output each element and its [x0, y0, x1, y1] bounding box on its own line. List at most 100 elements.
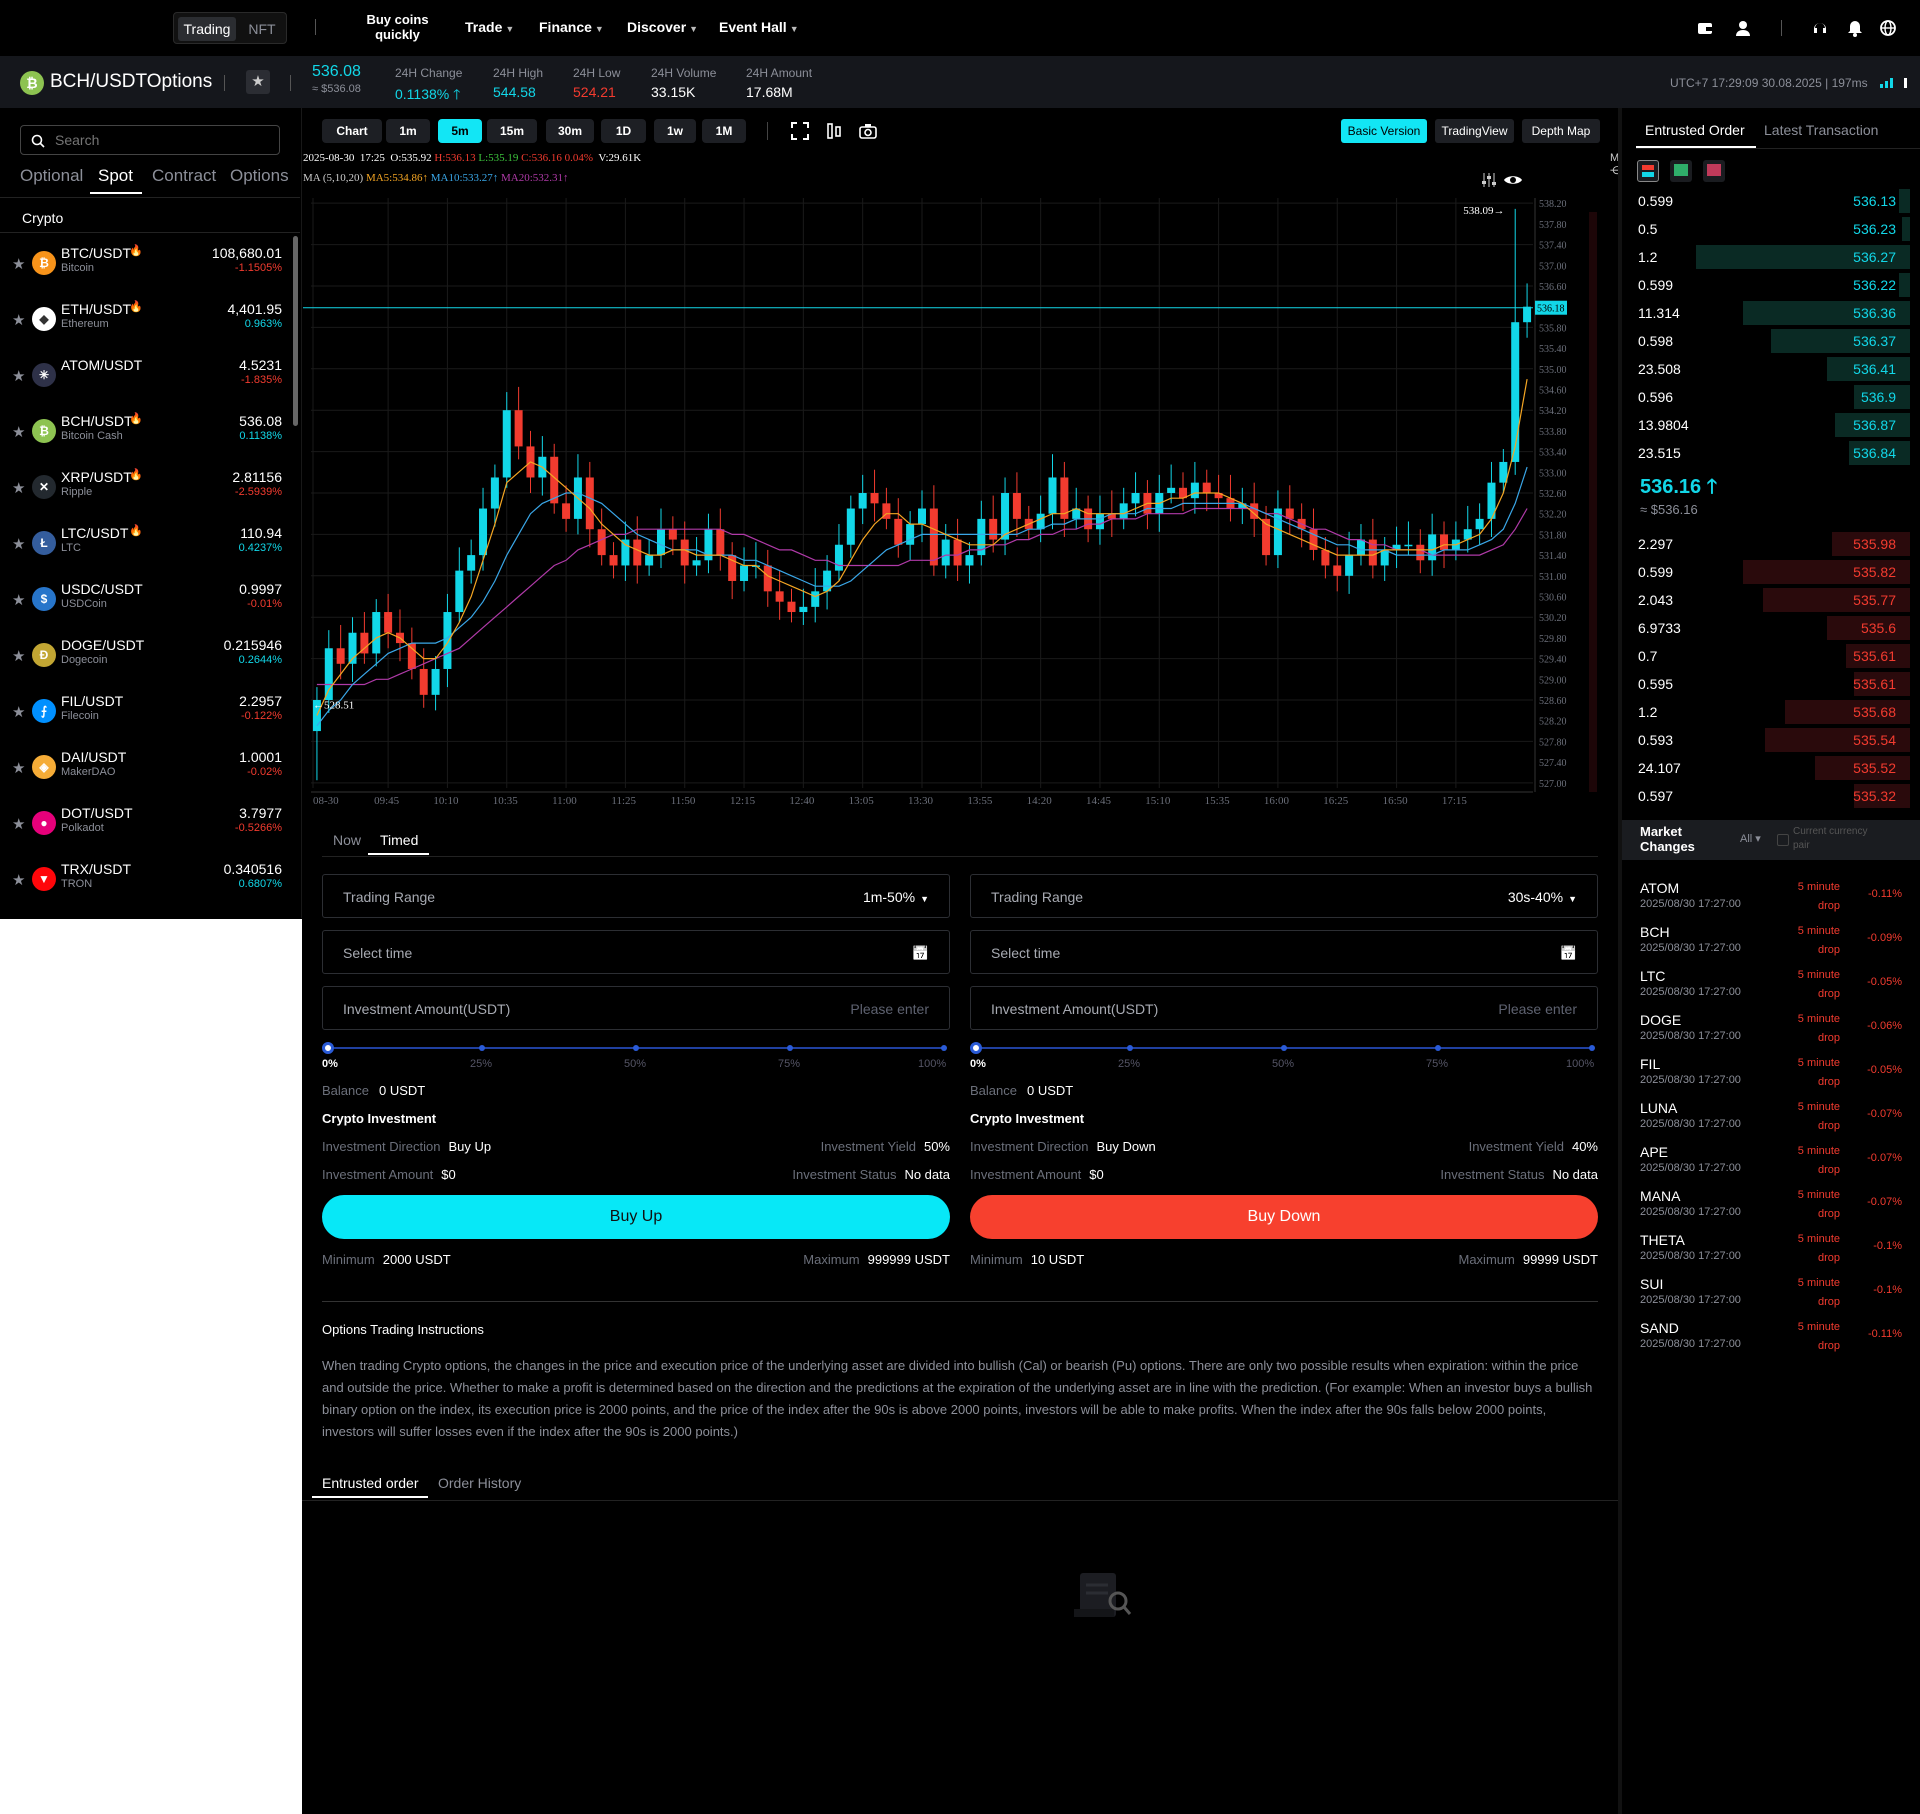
market-change-item[interactable]: ATOM 2025/08/30 17:27:00 5 minute drop -0.11…	[1632, 876, 1910, 920]
bid-row[interactable]: 2.043 535.77	[1632, 586, 1910, 614]
tab-options[interactable]: Options	[230, 166, 289, 186]
bid-row[interactable]: 0.593 535.54	[1632, 726, 1910, 754]
coin-row[interactable]: ★ ₿ BCH/USDT 🔥 Bitcoin Cash 536.08 0.1138%	[0, 403, 296, 459]
trading-range-select[interactable]: Trading Range 30s-40% ▼	[970, 874, 1598, 918]
timeframe-1m-button[interactable]: 1m	[386, 119, 430, 143]
coin-row[interactable]: ★ ✳ ATOM/USDT 4.5231 -1.835%	[0, 347, 296, 403]
favorite-star-icon[interactable]: ★	[12, 423, 25, 441]
favorite-star-icon[interactable]: ★	[12, 871, 25, 889]
bid-row[interactable]: 2.297 535.98	[1632, 530, 1910, 558]
coin-row[interactable]: ★ ✕ XRP/USDT 🔥 Ripple 2.81156 -2.5939%	[0, 459, 296, 515]
coin-row[interactable]: ★ ◆ ETH/USDT 🔥 Ethereum 4,401.95 0.963%	[0, 291, 296, 347]
fullscreen-icon[interactable]	[791, 122, 809, 140]
slider-handle[interactable]	[322, 1042, 334, 1054]
favorite-star-icon[interactable]: ★	[12, 255, 25, 273]
investment-amount-field[interactable]: Investment Amount(USDT) Please enter	[970, 986, 1598, 1030]
tab-order-history[interactable]: Order History	[438, 1475, 521, 1491]
investment-amount-field[interactable]: Investment Amount(USDT) Please enter	[322, 986, 950, 1030]
slider-stop[interactable]	[1127, 1045, 1133, 1051]
filter-all-dropdown[interactable]: All ▾	[1740, 832, 1761, 845]
tradingview-button[interactable]: TradingView	[1435, 119, 1514, 143]
ask-row[interactable]: 23.508 536.41	[1632, 355, 1910, 383]
buy-down-button[interactable]: Buy Down	[970, 1195, 1598, 1239]
menu-dots-icon[interactable]	[1904, 78, 1907, 88]
favorite-star-icon[interactable]: ★	[12, 703, 25, 721]
tab-spot[interactable]: Spot	[98, 166, 133, 186]
market-change-item[interactable]: THETA 2025/08/30 17:27:00 5 minute drop -0.1…	[1632, 1228, 1910, 1272]
tab-now[interactable]: Now	[333, 832, 361, 848]
favorite-star-icon[interactable]: ★	[12, 591, 25, 609]
timeframe-1d-button[interactable]: 1D	[601, 119, 646, 143]
favorite-star-icon[interactable]: ★	[12, 535, 25, 553]
market-change-item[interactable]: SAND 2025/08/30 17:27:00 5 minute drop -0.11…	[1632, 1316, 1910, 1360]
nav-finance[interactable]: Finance ▼	[539, 19, 604, 35]
eye-icon[interactable]	[1503, 173, 1523, 187]
coin-row[interactable]: ★ ⨍ FIL/USDT Filecoin 2.2957 -0.122%	[0, 683, 296, 739]
bid-row[interactable]: 1.2 535.68	[1632, 698, 1910, 726]
search-box[interactable]	[20, 125, 280, 155]
view-asks-icon[interactable]	[1703, 160, 1725, 182]
bid-row[interactable]: 6.9733 535.6	[1632, 614, 1910, 642]
ask-row[interactable]: 0.598 536.37	[1632, 327, 1910, 355]
tab-contract[interactable]: Contract	[152, 166, 216, 186]
market-change-item[interactable]: SUI 2025/08/30 17:27:00 5 minute drop -0.1%	[1632, 1272, 1910, 1316]
slider-stop[interactable]	[479, 1045, 485, 1051]
bid-row[interactable]: 0.599 535.82	[1632, 558, 1910, 586]
settings-sliders-icon[interactable]	[1481, 172, 1497, 188]
coin-row[interactable]: ★ ● DOT/USDT Polkadot 3.7977 -0.5266%	[0, 795, 296, 851]
trading-range-select[interactable]: Trading Range 1m-50% ▼	[322, 874, 950, 918]
market-change-item[interactable]: LTC 2025/08/30 17:27:00 5 minute drop -0.05%	[1632, 964, 1910, 1008]
coin-row[interactable]: ★ $ USDC/USDT USDCoin 0.9997 -0.01%	[0, 571, 296, 627]
bell-icon[interactable]	[1846, 19, 1864, 37]
slider-stop[interactable]	[1589, 1045, 1595, 1051]
indicator-icon[interactable]	[825, 122, 843, 140]
bid-row[interactable]: 0.595 535.61	[1632, 670, 1910, 698]
coin-row[interactable]: ★ ₿ BTC/USDT 🔥 Bitcoin 108,680.01 -1.1505%	[0, 235, 296, 291]
bid-row[interactable]: 0.597 535.32	[1632, 782, 1910, 810]
coin-row[interactable]: ★ Ð DOGE/USDT Dogecoin 0.215946 0.2644%	[0, 627, 296, 683]
timeframe-chart-button[interactable]: Chart	[322, 119, 382, 143]
slider-stop[interactable]	[1435, 1045, 1441, 1051]
nav-trade[interactable]: Trade ▼	[465, 19, 514, 35]
ask-row[interactable]: 23.515 536.84	[1632, 439, 1910, 467]
ask-row[interactable]: 0.596 536.9	[1632, 383, 1910, 411]
basic-version-button[interactable]: Basic Version	[1341, 119, 1427, 143]
view-both-icon[interactable]	[1637, 160, 1659, 182]
nav-discover[interactable]: Discover ▼	[627, 19, 698, 35]
slider-stop[interactable]	[633, 1045, 639, 1051]
tab-entrusted[interactable]: Entrusted Order	[1645, 122, 1745, 138]
timeframe-15m-button[interactable]: 15m	[487, 119, 537, 143]
coin-row[interactable]: ★ ▼ TRX/USDT TRON 0.340516 0.6807%	[0, 851, 296, 907]
favorite-star-icon[interactable]: ★	[12, 759, 25, 777]
favorite-star-icon[interactable]: ★	[12, 479, 25, 497]
headset-icon[interactable]	[1811, 19, 1829, 37]
timeframe-30m-button[interactable]: 30m	[546, 119, 594, 143]
ask-row[interactable]: 13.9804 536.87	[1632, 411, 1910, 439]
select-time-field[interactable]: Select time 📅	[322, 930, 950, 974]
depth-map-button[interactable]: Depth Map	[1522, 119, 1600, 143]
ask-row[interactable]: 1.2 536.27	[1632, 243, 1910, 271]
tab-trading[interactable]: Trading	[178, 17, 236, 41]
candlestick-chart[interactable]: 08-30 09:45 10:10 10:35 11:00 11:25 11:50 12:15…	[303, 192, 1597, 810]
market-change-item[interactable]: BCH 2025/08/30 17:27:00 5 minute drop -0.09%	[1632, 920, 1910, 964]
tab-nft[interactable]: NFT	[240, 17, 284, 41]
bid-row[interactable]: 0.7 535.61	[1632, 642, 1910, 670]
timeframe-5m-button[interactable]: 5m	[438, 119, 482, 143]
wallet-icon[interactable]	[1696, 19, 1714, 37]
user-icon[interactable]	[1734, 19, 1752, 37]
tab-latest-transaction[interactable]: Latest Transaction	[1764, 122, 1878, 138]
search-input[interactable]	[55, 130, 265, 150]
nav-event-hall[interactable]: Event Hall ▼	[719, 19, 799, 35]
market-change-item[interactable]: LUNA 2025/08/30 17:27:00 5 minute drop -0.07…	[1632, 1096, 1910, 1140]
favorite-star-icon[interactable]: ★	[12, 647, 25, 665]
slider-stop[interactable]	[1281, 1045, 1287, 1051]
slider-handle[interactable]	[970, 1042, 982, 1054]
favorite-star-icon[interactable]: ★	[246, 70, 270, 94]
slider-stop[interactable]	[941, 1045, 947, 1051]
select-time-field[interactable]: Select time 📅	[970, 930, 1598, 974]
view-bids-icon[interactable]	[1670, 160, 1692, 182]
ask-row[interactable]: 0.5 536.23	[1632, 215, 1910, 243]
slider-stop[interactable]	[787, 1045, 793, 1051]
market-change-item[interactable]: DOGE 2025/08/30 17:27:00 5 minute drop -0.06…	[1632, 1008, 1910, 1052]
favorite-star-icon[interactable]: ★	[12, 311, 25, 329]
